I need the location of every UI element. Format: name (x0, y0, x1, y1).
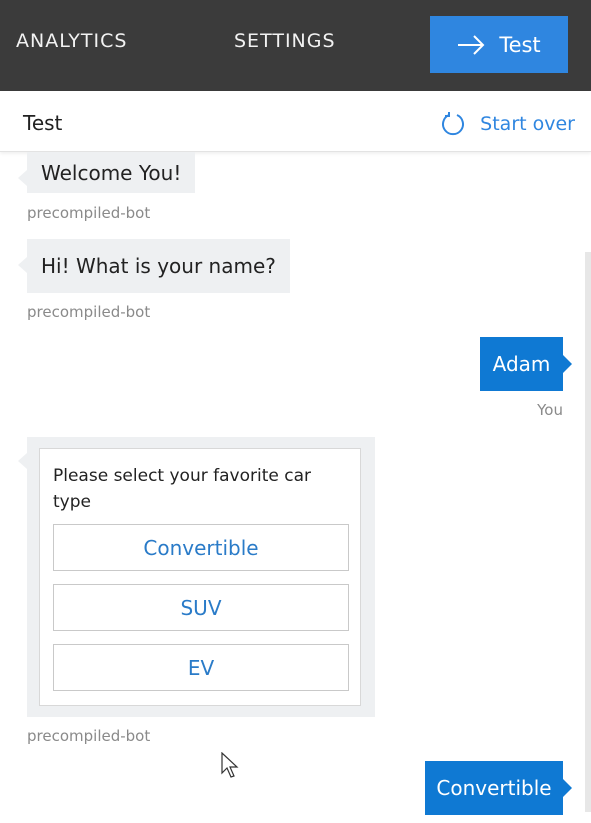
scrollbar[interactable] (585, 252, 591, 812)
choice-convertible-button[interactable]: Convertible (53, 524, 349, 571)
nav-settings[interactable]: SETTINGS (234, 30, 336, 52)
message-text: Hi! What is your name? (41, 254, 276, 278)
choice-card: Please select your favorite car type Con… (39, 448, 361, 706)
message-text: Convertible (436, 776, 552, 800)
chat-transcript[interactable]: Welcome You! precompiled-bot Hi! What is… (0, 152, 591, 823)
card-prompt: Please select your favorite car type (53, 466, 311, 512)
choice-suv-button[interactable]: SUV (53, 584, 349, 631)
user-message-bubble: Adam (480, 337, 572, 391)
chat-title: Test (23, 111, 63, 135)
refresh-icon (440, 111, 466, 137)
message-sender: precompiled-bot (27, 303, 151, 321)
bot-message-bubble: Hi! What is your name? (18, 239, 290, 293)
arrow-right-icon (457, 34, 485, 55)
chat-header: Test Start over (0, 91, 591, 152)
choice-card-container: Please select your favorite car type Con… (18, 437, 375, 717)
message-sender: precompiled-bot (27, 204, 151, 222)
nav-analytics[interactable]: ANALYTICS (16, 30, 127, 52)
start-over-label: Start over (480, 113, 575, 135)
message-sender: You (537, 401, 563, 419)
message-text: Adam (492, 352, 551, 376)
choice-ev-button[interactable]: EV (53, 644, 349, 691)
user-message-bubble: Convertible (425, 761, 572, 815)
message-text: Welcome You! (41, 160, 182, 185)
message-sender: precompiled-bot (27, 727, 151, 745)
test-button-label: Test (499, 32, 541, 57)
test-button[interactable]: Test (430, 16, 568, 73)
mouse-cursor-icon (221, 751, 241, 784)
start-over-button[interactable]: Start over (440, 111, 575, 137)
bot-message-bubble: Welcome You! (17, 152, 196, 193)
top-bar: ANALYTICS SETTINGS Test (0, 0, 591, 91)
